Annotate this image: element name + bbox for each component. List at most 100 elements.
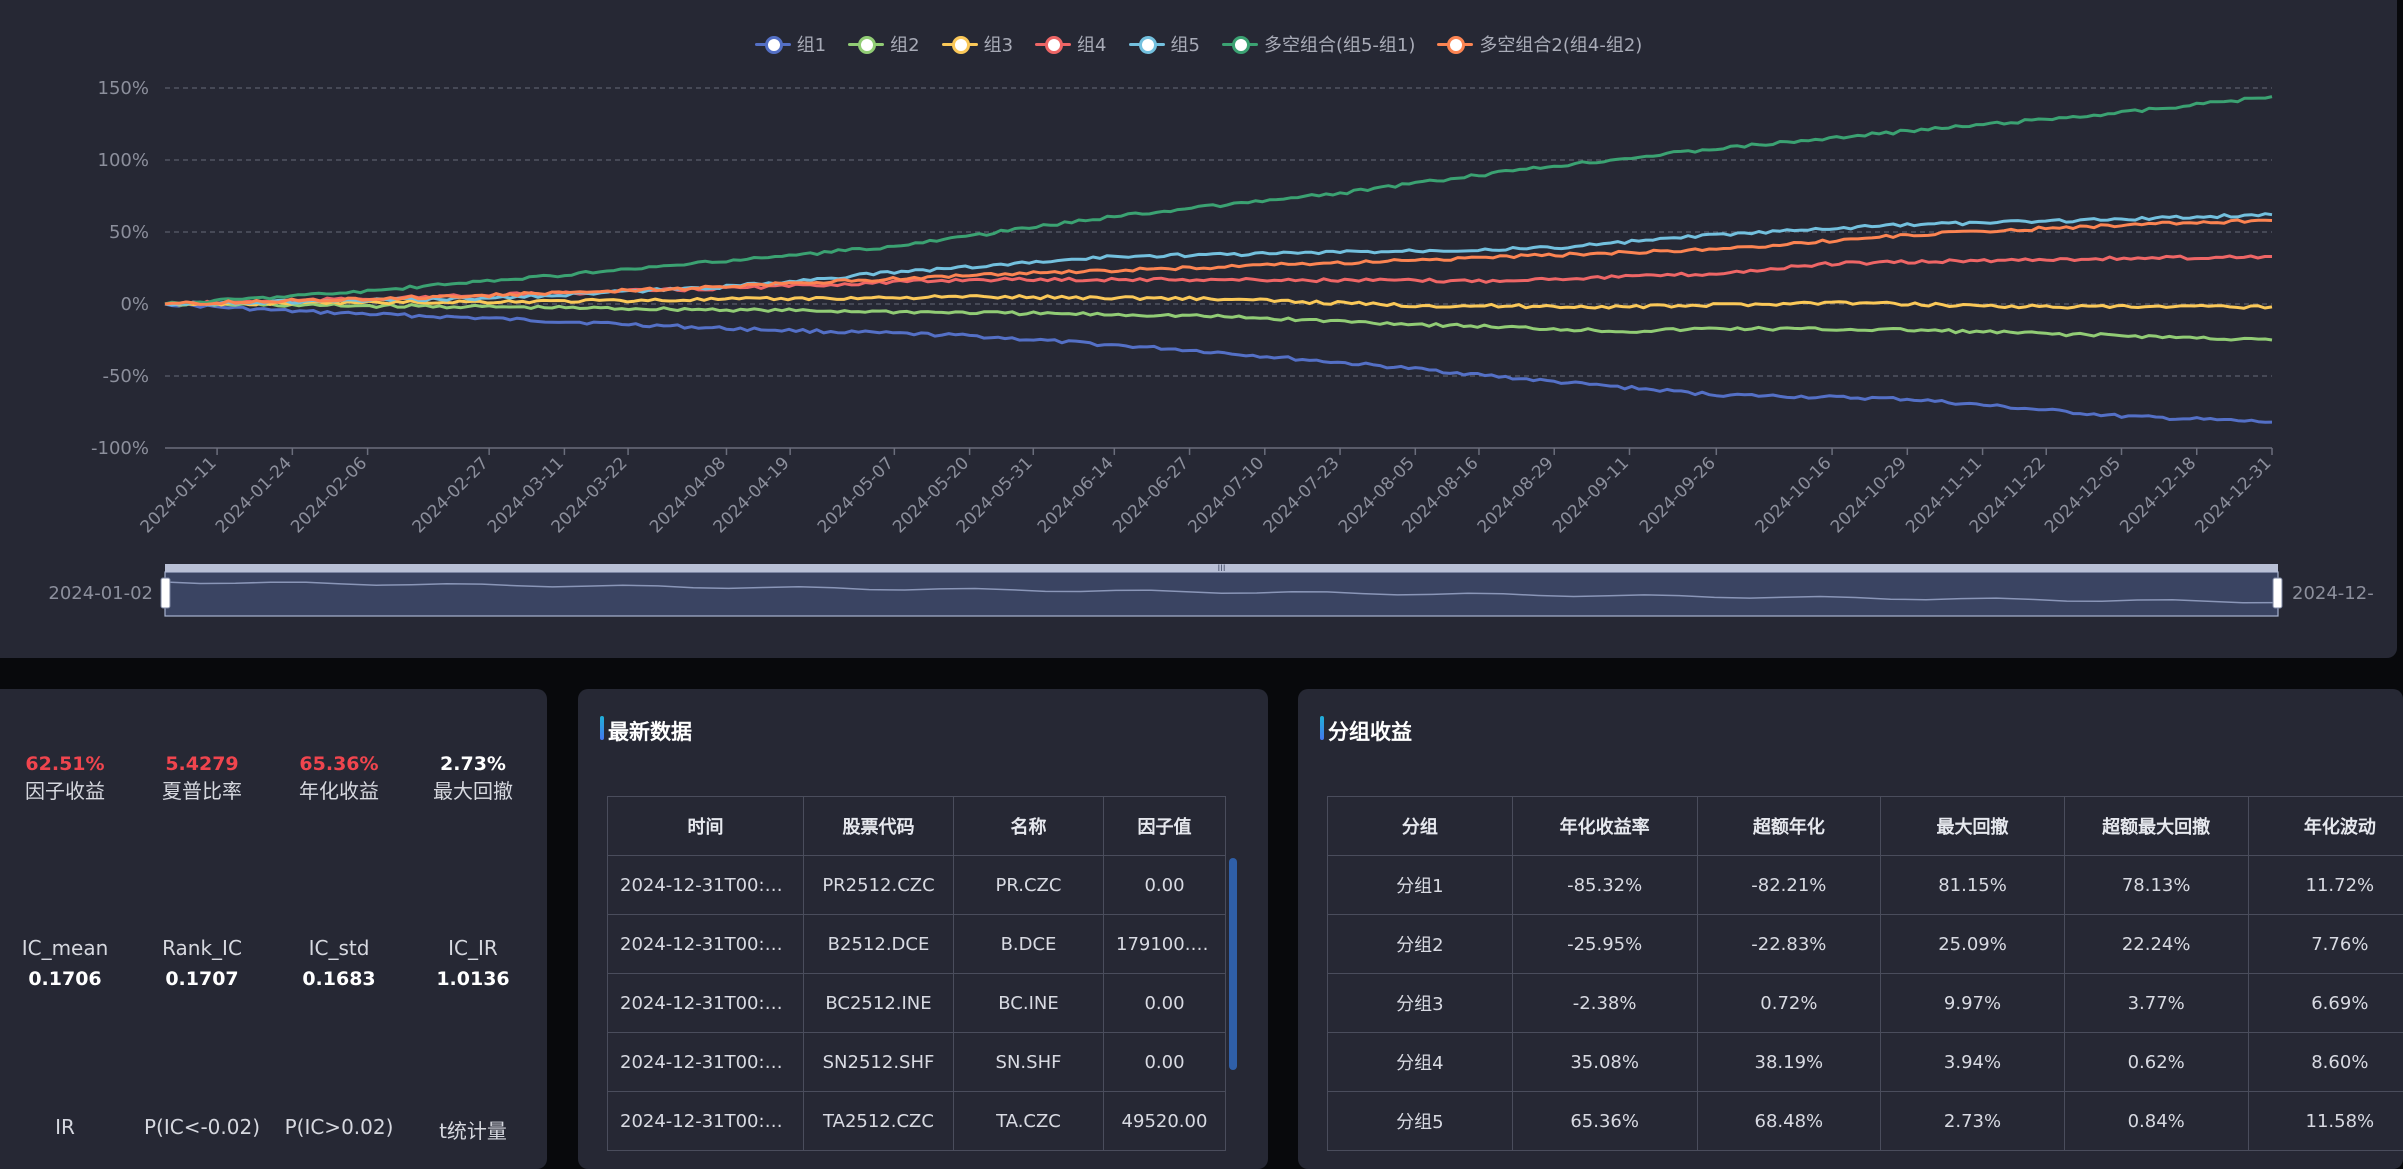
metric-ic-mean: IC_mean 0.1706: [0, 936, 130, 990]
zoom-slider-track: [165, 572, 2278, 616]
metric-factor-return: 62.51% 因子收益: [0, 753, 130, 804]
metric-annual-return: 65.36% 年化收益: [274, 753, 404, 804]
column-header: 超额年化: [1697, 797, 1881, 856]
x-tick-label: 2024-01-11: [137, 453, 221, 537]
table-cell: PR2512.CZC: [804, 856, 954, 915]
x-tick-label: 2024-09-11: [1549, 453, 1633, 537]
metric-value: 1.0136: [408, 968, 538, 990]
metric-rank-ic: Rank_IC 0.1707: [137, 936, 267, 990]
table-cell: -85.32%: [1512, 856, 1697, 915]
metric-value: 65.36%: [274, 753, 404, 775]
table-cell: 0.00: [1104, 1033, 1226, 1092]
table-cell: 49520.00: [1104, 1092, 1226, 1151]
table-cell: B2512.DCE: [804, 915, 954, 974]
table-row[interactable]: 分组3-2.38%0.72%9.97%3.77%6.69%: [1328, 974, 2403, 1033]
x-tick-label: 2024-05-07: [814, 453, 898, 537]
metric-label: 最大回撤: [408, 775, 538, 804]
metric-value: 0.1683: [274, 968, 404, 990]
table-cell: -22.83%: [1697, 915, 1881, 974]
table-cell: 11.58%: [2248, 1092, 2403, 1151]
table-cell: BC2512.INE: [804, 974, 954, 1033]
x-tick-label: 2024-02-27: [409, 453, 493, 537]
title-accent-bar: [1320, 716, 1324, 740]
y-tick-label: 100%: [98, 150, 149, 171]
metric-max-drawdown: 2.73% 最大回撤: [408, 753, 538, 804]
table-cell: -25.95%: [1512, 915, 1697, 974]
table-row[interactable]: 分组435.08%38.19%3.94%0.62%8.60%: [1328, 1033, 2403, 1092]
table-cell: B.DCE: [954, 915, 1104, 974]
table-row[interactable]: 2024-12-31T00:00:00B2512.DCEB.DCE179100.…: [608, 915, 1226, 974]
x-tick-label: 2024-12-05: [2041, 453, 2125, 537]
y-tick-label: -50%: [102, 366, 149, 387]
table-cell: 0.72%: [1697, 974, 1881, 1033]
table-cell: 9.97%: [1881, 974, 2065, 1033]
metric-value: 0.1706: [0, 968, 130, 990]
metric-t-stat: t统计量: [408, 1115, 538, 1144]
x-tick-label: 2024-07-23: [1260, 453, 1344, 537]
table-cell: 分组5: [1328, 1092, 1513, 1151]
zoom-start-label: 2024-01-02: [48, 583, 153, 604]
table-cell: 2024-12-31T00:00:00: [608, 974, 804, 1033]
table-cell: 2024-12-31T00:00:00: [608, 1033, 804, 1092]
panel-title: 最新数据: [608, 716, 692, 746]
zoom-end-label: 2024-12-: [2292, 583, 2374, 604]
x-tick-label: 2024-10-29: [1827, 453, 1911, 537]
zoom-start-handle[interactable]: [161, 578, 170, 608]
column-header: 年化收益率: [1512, 797, 1697, 856]
series-line: [165, 97, 2272, 304]
group-returns-panel: 分组收益 分组年化收益率超额年化最大回撤超额最大回撤年化波动超额 分组1-85.…: [1298, 689, 2403, 1169]
table-cell: 0.62%: [2064, 1033, 2248, 1092]
metric-p-ic-above: P(IC>0.02): [274, 1115, 404, 1139]
metric-label: IC_IR: [408, 936, 538, 960]
column-header: 因子值: [1104, 797, 1226, 856]
x-tick-label: 2024-10-16: [1752, 453, 1836, 537]
title-accent-bar: [600, 716, 604, 740]
factor-metrics-panel: 62.51% 因子收益 5.4279 夏普比率 65.36% 年化收益 2.73…: [0, 689, 547, 1169]
metric-label: t统计量: [408, 1115, 538, 1144]
metric-sharpe-ratio: 5.4279 夏普比率: [137, 753, 267, 804]
series-line: [165, 304, 2272, 422]
x-tick-label: 2024-08-29: [1474, 453, 1558, 537]
table-cell: 2024-12-31T00:00:00: [608, 915, 804, 974]
table-cell: 6.69%: [2248, 974, 2403, 1033]
table-cell: 分组1: [1328, 856, 1513, 915]
table-cell: 0.00: [1104, 856, 1226, 915]
table-cell: BC.INE: [954, 974, 1104, 1033]
metric-ir: IR: [0, 1115, 130, 1139]
x-tick-label: 2024-09-26: [1636, 453, 1720, 537]
zoom-drag-handle[interactable]: III: [1218, 564, 1226, 574]
table-cell: 2.73%: [1881, 1092, 2065, 1151]
column-header: 名称: [954, 797, 1104, 856]
table-cell: 78.13%: [2064, 856, 2248, 915]
metric-label: P(IC>0.02): [274, 1115, 404, 1139]
table-row[interactable]: 分组565.36%68.48%2.73%0.84%11.58%: [1328, 1092, 2403, 1151]
table-cell: 81.15%: [1881, 856, 2065, 915]
latest-data-table: 时间股票代码名称因子值 2024-12-31T00:00:00PR2512.CZ…: [607, 796, 1226, 1151]
table-row[interactable]: 分组1-85.32%-82.21%81.15%78.13%11.72%: [1328, 856, 2403, 915]
x-tick-label: 2024-01-24: [212, 453, 296, 537]
returns-line-chart: 150%100%50%0%-50%-100%2024-01-112024-01-…: [0, 0, 2397, 658]
x-tick-label: 2024-07-10: [1184, 453, 1268, 537]
y-tick-label: 50%: [109, 222, 149, 243]
table-row[interactable]: 2024-12-31T00:00:00TA2512.CZCTA.CZC49520…: [608, 1092, 1226, 1151]
table-cell: 25.09%: [1881, 915, 2065, 974]
x-tick-label: 2024-06-14: [1034, 453, 1118, 537]
zoom-end-handle[interactable]: [2273, 578, 2282, 608]
y-tick-label: 150%: [98, 78, 149, 99]
table-cell: PR.CZC: [954, 856, 1104, 915]
x-tick-label: 2024-12-31: [2192, 453, 2276, 537]
metric-value: 2.73%: [408, 753, 538, 775]
metric-label: 年化收益: [274, 775, 404, 804]
panel-title: 分组收益: [1328, 716, 1412, 746]
returns-chart-panel: 组1组2组3组4组5多空组合(组5-组1)多空组合2(组4-组2) 150%10…: [0, 0, 2397, 658]
group-returns-table: 分组年化收益率超额年化最大回撤超额最大回撤年化波动超额 分组1-85.32%-8…: [1327, 796, 2403, 1151]
table-row[interactable]: 2024-12-31T00:00:00PR2512.CZCPR.CZC0.00: [608, 856, 1226, 915]
table-row[interactable]: 分组2-25.95%-22.83%25.09%22.24%7.76%: [1328, 915, 2403, 974]
table-row[interactable]: 2024-12-31T00:00:00BC2512.INEBC.INE0.00: [608, 974, 1226, 1033]
scrollbar-thumb[interactable]: [1229, 858, 1237, 1070]
table-row[interactable]: 2024-12-31T00:00:00SN2512.SHFSN.SHF0.00: [608, 1033, 1226, 1092]
table-cell: 分组2: [1328, 915, 1513, 974]
metric-value: 0.1707: [137, 968, 267, 990]
y-tick-label: -100%: [91, 438, 149, 459]
metric-label: P(IC<-0.02): [137, 1115, 267, 1139]
